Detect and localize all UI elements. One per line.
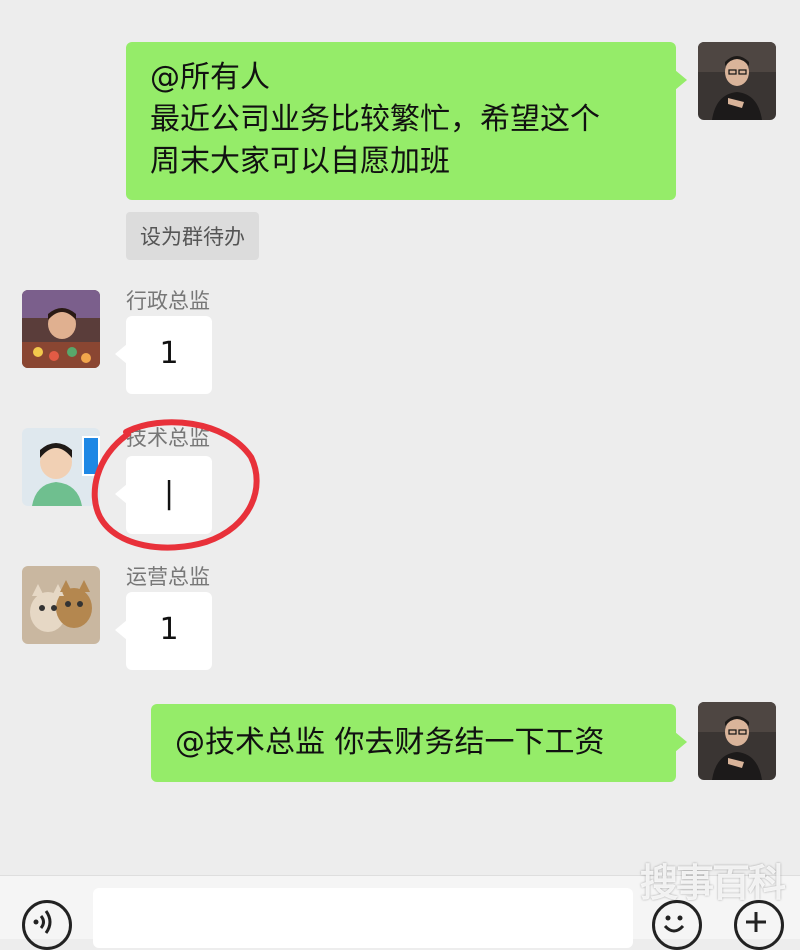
voice-icon[interactable] (22, 900, 72, 950)
avatar-ops-director[interactable] (22, 566, 100, 644)
message-text: @所有人 最近公司业务比较繁忙，希望这个 周末大家可以自愿加班 (150, 60, 600, 179)
sender-name: 行政总监 (126, 289, 210, 313)
message-text: @技术总监 你去财务结一下工资 (175, 725, 605, 760)
avatar-boss[interactable] (698, 702, 776, 780)
message-bubble-overtime[interactable]: @所有人 最近公司业务比较繁忙，希望这个 周末大家可以自愿加班 (126, 42, 687, 200)
message-bubble-fire-tech[interactable]: @技术总监 你去财务结一下工资 (151, 704, 687, 782)
emoji-icon[interactable] (652, 900, 702, 950)
message-text: 1 (159, 612, 179, 647)
message-input[interactable] (93, 888, 633, 948)
set-group-todo-button[interactable]: 设为群待办 (126, 212, 259, 260)
avatar-admin-director[interactable] (22, 290, 100, 368)
message-bubble-admin-reply[interactable]: 1 (115, 316, 212, 394)
avatar-boss[interactable] (698, 42, 776, 120)
sender-name: 运营总监 (126, 565, 210, 589)
red-circle-annotation (91, 419, 260, 551)
plus-icon[interactable] (734, 900, 784, 950)
message-bubble-ops-reply[interactable]: 1 (115, 592, 212, 670)
message-text: 1 (159, 336, 179, 371)
watermark: 搜事百科 (640, 861, 786, 905)
